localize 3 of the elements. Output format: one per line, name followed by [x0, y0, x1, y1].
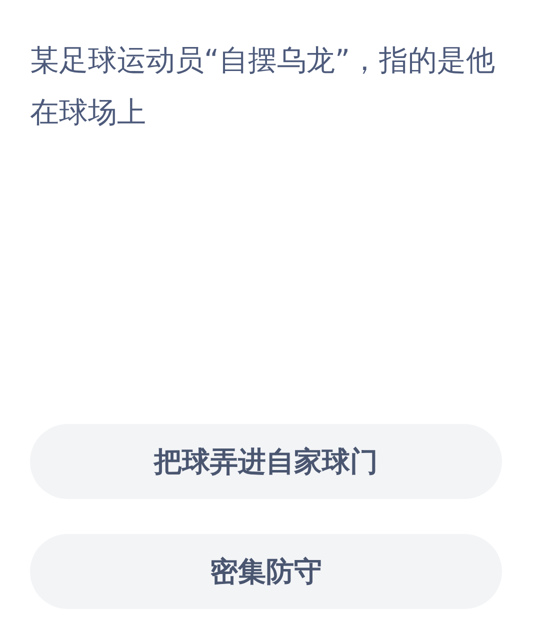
question-text: 某足球运动员“自摆乌龙”，指的是他在球场上	[30, 42, 496, 131]
answer-option[interactable]: 把球弄进自家球门	[30, 424, 502, 499]
answer-option[interactable]: 密集防守	[30, 534, 502, 609]
